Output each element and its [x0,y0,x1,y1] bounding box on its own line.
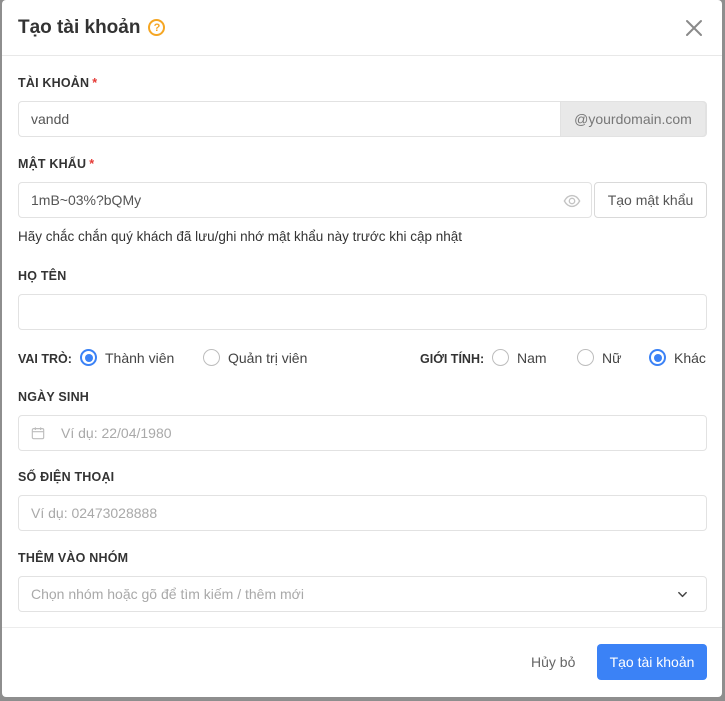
modal-header: Tạo tài khoản ? [2,0,722,56]
group-placeholder: Chọn nhóm hoặc gõ để tìm kiếm / thêm mới [31,586,304,602]
gender-option-label: Nam [517,349,547,366]
fullname-input[interactable] [18,294,707,330]
help-circle-icon[interactable]: ? [148,19,166,36]
required-mark: * [89,157,95,171]
role-option-label: Thành viên [105,349,175,366]
create-account-modal: Tạo tài khoản ? TÀI KHOẢN * vandd @yourdo… [2,0,722,697]
generate-password-button[interactable]: Tạo mật khẩu [594,182,707,218]
cancel-button[interactable]: Hủy bỏ [531,654,575,670]
account-input[interactable]: vandd @yourdomain.com [18,101,707,137]
account-value: vandd [31,111,70,127]
role-radio-admin[interactable]: Quản trị viên [203,349,307,366]
password-hint: Hãy chắc chắn quý khách đã lưu/ghi nhớ m… [18,229,463,244]
password-label: MẬT KHẨU * [18,157,94,171]
create-account-button[interactable]: Tạo tài khoản [597,644,707,680]
gender-radio-other[interactable]: Khác [649,349,706,366]
account-label: TÀI KHOẢN * [18,76,97,90]
group-label: THÊM VÀO NHÓM [18,551,129,565]
password-label-text: MẬT KHẨU [18,157,87,171]
role-radio-member[interactable]: Thành viên [80,349,174,366]
gender-radio-female[interactable]: Nữ [577,349,621,366]
group-select[interactable]: Chọn nhóm hoặc gõ để tìm kiếm / thêm mới [18,576,707,612]
radio-checked-icon [80,349,97,366]
radio-unchecked-icon [492,349,509,366]
gender-option-label: Nữ [602,349,622,366]
phone-label: SỐ ĐIỆN THOẠI [18,470,115,484]
gender-option-label: Khác [674,349,706,366]
gender-radio-male[interactable]: Nam [492,349,547,366]
account-label-text: TÀI KHOẢN [18,76,90,90]
password-value: 1mB~03%?bQMy [31,192,142,208]
modal-title: Tạo tài khoản [18,16,141,38]
gender-label: GIỚI TÍNH: [420,352,485,366]
password-input[interactable]: 1mB~03%?bQMy [18,182,592,218]
role-option-label: Quản trị viên [228,349,308,366]
required-mark: * [92,76,98,90]
birthday-label: NGÀY SINH [18,390,90,404]
eye-icon[interactable] [563,192,581,210]
close-icon[interactable] [684,18,704,38]
birthday-input[interactable]: Ví dụ: 22/04/1980 [18,415,707,451]
birthday-placeholder: Ví dụ: 22/04/1980 [61,425,172,441]
chevron-down-icon[interactable] [677,589,688,600]
calendar-icon [31,427,45,440]
radio-unchecked-icon [203,349,220,366]
radio-unchecked-icon [577,349,594,366]
fullname-label: HỌ TÊN [18,269,67,283]
radio-checked-icon [649,349,666,366]
phone-placeholder: Ví dụ: 02473028888 [31,505,158,521]
phone-input[interactable]: Ví dụ: 02473028888 [18,495,707,531]
modal-footer: Hủy bỏ Tạo tài khoản [2,627,722,697]
role-label: VAI TRÒ: [18,352,72,366]
domain-suffix: @yourdomain.com [560,101,706,137]
